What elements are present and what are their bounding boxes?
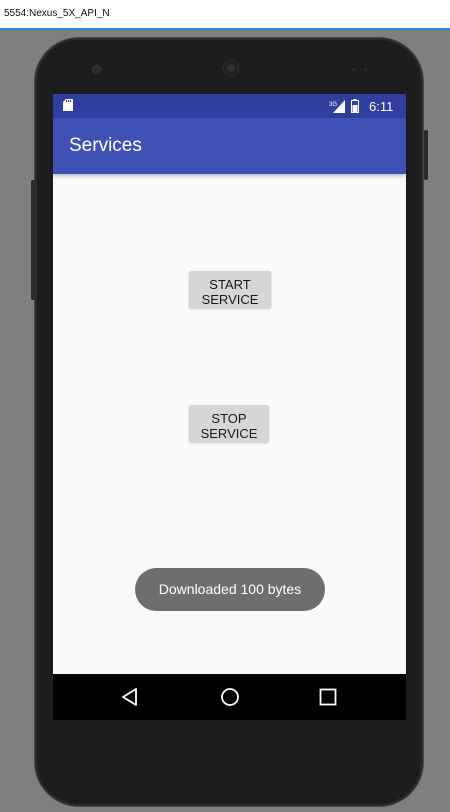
sd-card-icon bbox=[63, 99, 73, 111]
status-time: 6:11 bbox=[369, 99, 394, 114]
home-icon[interactable] bbox=[219, 686, 241, 708]
status-bar: 3G 6:11 bbox=[53, 94, 406, 118]
app-bar: Services bbox=[53, 118, 406, 174]
earpiece-speaker-icon bbox=[224, 61, 238, 75]
battery-icon bbox=[351, 99, 359, 113]
stop-service-button[interactable]: STOP SERVICE bbox=[189, 405, 269, 442]
volume-button[interactable] bbox=[31, 180, 35, 300]
toast-message: Downloaded 100 bytes bbox=[135, 568, 325, 611]
navigation-bar bbox=[53, 674, 406, 720]
front-camera-icon bbox=[93, 66, 100, 73]
signal-3g-icon: 3G bbox=[329, 100, 345, 113]
start-service-label: START SERVICE bbox=[201, 277, 259, 307]
app-title: Services bbox=[69, 135, 142, 156]
device-screen: 3G 6:11 Services START SERVICE STOP SERV… bbox=[53, 94, 406, 720]
emulator-title-bar: 5554:Nexus_5X_API_N bbox=[0, 0, 450, 29]
start-service-button[interactable]: START SERVICE bbox=[189, 271, 271, 308]
sensor-dot-icon bbox=[352, 68, 355, 71]
recents-icon[interactable] bbox=[317, 686, 339, 708]
emulator-title: 5554:Nexus_5X_API_N bbox=[4, 8, 110, 19]
svg-text:3G: 3G bbox=[329, 102, 337, 108]
power-button[interactable] bbox=[424, 130, 428, 180]
stop-service-label: STOP SERVICE bbox=[200, 411, 258, 441]
sensor-dot-icon bbox=[364, 68, 367, 71]
back-icon[interactable] bbox=[119, 686, 141, 708]
